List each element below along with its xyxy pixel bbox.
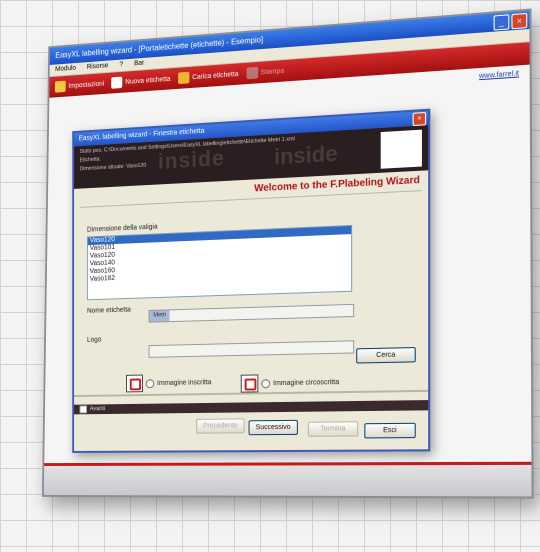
menu-help[interactable]: ? (119, 59, 123, 71)
toolbar-load-label: Carica etichetta (192, 70, 239, 81)
menu-bar[interactable]: Bar (134, 58, 144, 70)
logo-label: Logo (86, 336, 102, 344)
banner-label: Etichetta: (79, 156, 101, 164)
toolbar-new-label-button[interactable]: Nuova etichetta (111, 73, 171, 89)
settings-icon (54, 80, 66, 93)
toolbar-load-label-button[interactable]: Carica etichetta (177, 68, 239, 85)
back-button[interactable]: Precedente (196, 418, 245, 434)
circumscribed-image-icon (240, 374, 259, 393)
radio-circumscribed-label: Immagine circoscritta (273, 378, 340, 387)
size-listbox[interactable]: Vaso120 Vaso101 Vaso120 Vaso140 Vaso160 … (86, 224, 353, 301)
radio-dot[interactable] (261, 378, 271, 388)
close-button[interactable]: × (511, 12, 528, 30)
banner-watermark: inside (158, 145, 225, 174)
toolbar-print-button[interactable]: Stampa (246, 65, 285, 80)
new-document-icon (111, 76, 123, 89)
finish-button[interactable]: Termina (307, 421, 359, 437)
minimize-button[interactable]: _ (493, 14, 510, 31)
wizard-dialog: EasyXL labelling wizard - Finestra etich… (72, 108, 431, 453)
toolbar-settings-label: Impostazioni (68, 80, 105, 90)
size-label: Dimensione della valigia (86, 223, 158, 234)
next-button[interactable]: Successivo (248, 419, 298, 436)
footer-checkbox[interactable]: Avanti (79, 405, 106, 414)
window-controls: _ × (493, 12, 528, 31)
radio-circumscribed[interactable]: Immagine circoscritta (240, 373, 340, 393)
name-input[interactable]: Metri (148, 303, 355, 323)
banner-size: Dimensione attuale: Vaso120 (79, 162, 147, 173)
footer-checkbox-label: Avanti (89, 406, 106, 413)
printer-icon (246, 66, 258, 80)
checkbox-box[interactable] (79, 405, 87, 414)
name-label: Nome etichetta (86, 306, 131, 315)
name-value: Metri (149, 310, 170, 322)
footer-strip (74, 400, 429, 415)
menu-risorse[interactable]: Risorse (87, 61, 109, 74)
dialog-close-button[interactable]: × (412, 111, 427, 127)
exit-button[interactable]: Esci (364, 422, 416, 439)
open-folder-icon (177, 71, 190, 85)
stage: EasyXL labelling wizard - [Portaletichet… (0, 0, 540, 552)
toolbar-print-label: Stampa (260, 67, 285, 76)
banner-logo-box (380, 129, 422, 169)
menu-modulo[interactable]: Modulo (55, 63, 76, 76)
toolbar-new-label: Nuova etichetta (125, 75, 171, 86)
radio-inscribed-label: Immagine inscritta (157, 378, 212, 387)
logo-input[interactable] (148, 340, 355, 358)
app-bottom-bar (43, 461, 532, 497)
radio-dot[interactable] (145, 378, 155, 388)
inscribed-image-icon (126, 374, 143, 393)
radio-inscribed[interactable]: Immagine inscritta (126, 373, 212, 393)
toolbar-settings-button[interactable]: Impostazioni (54, 78, 105, 93)
banner-watermark-2: inside (274, 140, 338, 170)
browse-button[interactable]: Cerca (356, 347, 416, 364)
website-link[interactable]: www.farrel.it (479, 70, 519, 80)
